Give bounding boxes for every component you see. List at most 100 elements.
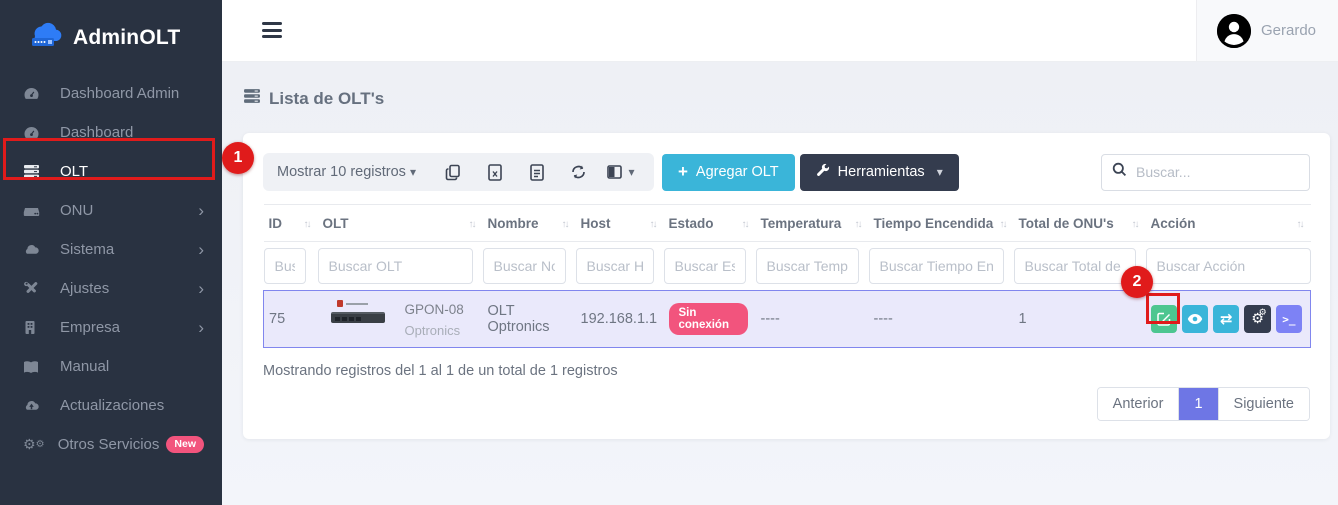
cloud-logo-icon <box>24 20 64 55</box>
chevron-right-icon: › <box>198 280 204 297</box>
sidebar-item-label: Empresa <box>60 319 120 336</box>
cell-tiempo-encendida: ---- <box>869 291 1014 348</box>
table-search <box>1101 154 1310 191</box>
olt-settings-button[interactable]: ⚙⚙ <box>1244 305 1270 333</box>
table-header-row: ID↑↓ OLT↑↓ Nombre↑↓ Host↑↓ Estado↑↓ Temp… <box>264 205 1311 242</box>
next-page-button[interactable]: Siguiente <box>1219 388 1309 420</box>
cloud-upload-icon <box>23 399 47 412</box>
sidebar-item-sistema[interactable]: Sistema › <box>0 230 222 269</box>
caret-down-icon: ▾ <box>410 165 416 179</box>
user-name: Gerardo <box>1261 22 1316 39</box>
sidebar-item-label: Otros Servicios <box>58 436 160 453</box>
sidebar-item-manual[interactable]: Manual <box>0 347 222 386</box>
filter-total-onus-input[interactable] <box>1014 248 1136 284</box>
view-olt-button[interactable] <box>1182 305 1208 333</box>
book-icon <box>23 360 47 374</box>
refresh-button[interactable] <box>560 153 598 191</box>
column-visibility-button[interactable]: ▾ <box>602 153 640 191</box>
search-input[interactable] <box>1136 164 1286 180</box>
cell-id: 75 <box>264 291 318 348</box>
previous-page-button[interactable]: Anterior <box>1098 388 1179 420</box>
column-header-id[interactable]: ID↑↓ <box>264 205 318 242</box>
filter-host-input[interactable] <box>576 248 654 284</box>
sidebar-item-dashboard-admin[interactable]: Dashboard Admin <box>0 74 222 113</box>
cloud-icon <box>23 243 47 256</box>
filter-tiempo-input[interactable] <box>869 248 1004 284</box>
olt-terminal-button[interactable]: >_ <box>1276 305 1302 333</box>
hamburger-menu-icon[interactable] <box>262 22 282 42</box>
tools-icon <box>23 281 47 296</box>
search-icon <box>1112 162 1127 182</box>
copy-button[interactable] <box>434 153 472 191</box>
status-badge: Sin conexión <box>669 303 748 335</box>
annotation-box-olt-menu <box>3 138 215 180</box>
export-file-button[interactable] <box>518 153 556 191</box>
column-header-host[interactable]: Host↑↓ <box>576 205 664 242</box>
filter-olt-input[interactable] <box>318 248 473 284</box>
olt-list-card: Mostrar 10 registros▾ ▾ <box>243 133 1330 439</box>
filter-temperatura-input[interactable] <box>756 248 859 284</box>
filter-accion-input[interactable] <box>1146 248 1311 284</box>
new-badge: New <box>166 436 204 453</box>
add-olt-button[interactable]: + Agregar OLT <box>662 154 795 191</box>
cell-total-onus: 1 <box>1014 291 1146 348</box>
filter-row <box>264 242 1311 291</box>
table-toolbar: Mostrar 10 registros▾ ▾ <box>263 153 1310 191</box>
server-icon <box>243 88 261 109</box>
sidebar-item-actualizaciones[interactable]: Actualizaciones <box>0 386 222 425</box>
exchange-icon: ⇄ <box>1220 310 1233 328</box>
cell-nombre: OLT Optronics <box>483 291 576 348</box>
annotation-step-2: 2 <box>1121 266 1153 298</box>
sort-icon: ↑↓ <box>650 219 656 230</box>
sidebar-item-label: Dashboard Admin <box>60 85 179 102</box>
chevron-right-icon: › <box>198 319 204 336</box>
sort-icon: ↑↓ <box>469 219 475 230</box>
sidebar-item-empresa[interactable]: Empresa › <box>0 308 222 347</box>
olt-brand: Optronics <box>405 323 464 338</box>
sidebar-item-label: Manual <box>60 358 109 375</box>
sort-icon: ↑↓ <box>1297 219 1303 230</box>
wrench-icon <box>816 163 830 181</box>
building-icon <box>23 320 47 335</box>
cell-temperatura: ---- <box>756 291 869 348</box>
page-1-button[interactable]: 1 <box>1178 388 1218 420</box>
column-header-accion[interactable]: Acción↑↓ <box>1146 205 1311 242</box>
show-entries-dropdown[interactable]: Mostrar 10 registros▾ <box>277 164 416 180</box>
cell-host: 192.168.1.1 <box>576 291 664 348</box>
column-header-tiempo-encendida[interactable]: Tiempo Encendida↑↓ <box>869 205 1014 242</box>
filter-id-input[interactable] <box>264 248 306 284</box>
table-info: Mostrando registros del 1 al 1 de un tot… <box>263 363 1310 379</box>
eye-icon <box>1187 313 1203 325</box>
sidebar-item-onu[interactable]: ONU › <box>0 191 222 230</box>
caret-down-icon: ▾ <box>937 165 943 179</box>
filter-estado-input[interactable] <box>664 248 746 284</box>
sort-icon: ↑↓ <box>1132 219 1138 230</box>
sidebar-item-ajustes[interactable]: Ajustes › <box>0 269 222 308</box>
sidebar-item-label: Ajustes <box>60 280 109 297</box>
gauge-icon <box>23 86 47 101</box>
sort-icon: ↑↓ <box>304 219 310 230</box>
caret-down-icon: ▾ <box>628 165 634 179</box>
app-name: AdminOLT <box>73 26 180 50</box>
column-header-nombre[interactable]: Nombre↑↓ <box>483 205 576 242</box>
column-header-total-onus[interactable]: Total de ONU's↑↓ <box>1014 205 1146 242</box>
user-menu[interactable]: Gerardo <box>1196 0 1338 61</box>
sidebar: AdminOLT Dashboard Admin Dashboard OLT O… <box>0 0 222 505</box>
cell-olt: GPON-08 Optronics <box>318 291 483 348</box>
sidebar-item-otros-servicios[interactable]: ⚙⚙ Otros Servicios New <box>0 425 222 464</box>
filter-nombre-input[interactable] <box>483 248 566 284</box>
column-header-temperatura[interactable]: Temperatura↑↓ <box>756 205 869 242</box>
sync-olt-button[interactable]: ⇄ <box>1213 305 1239 333</box>
chevron-right-icon: › <box>198 241 204 258</box>
chevron-right-icon: › <box>198 202 204 219</box>
export-excel-button[interactable] <box>476 153 514 191</box>
table-controls-group: Mostrar 10 registros▾ ▾ <box>263 153 654 191</box>
sidebar-item-label: Actualizaciones <box>60 397 164 414</box>
sort-icon: ↑↓ <box>1000 219 1006 230</box>
app-logo[interactable]: AdminOLT <box>0 0 222 58</box>
column-header-olt[interactable]: OLT↑↓ <box>318 205 483 242</box>
column-header-estado[interactable]: Estado↑↓ <box>664 205 756 242</box>
tools-dropdown-button[interactable]: Herramientas ▾ <box>800 154 959 191</box>
olt-device-image <box>331 300 391 323</box>
topbar: Gerardo <box>222 0 1338 62</box>
